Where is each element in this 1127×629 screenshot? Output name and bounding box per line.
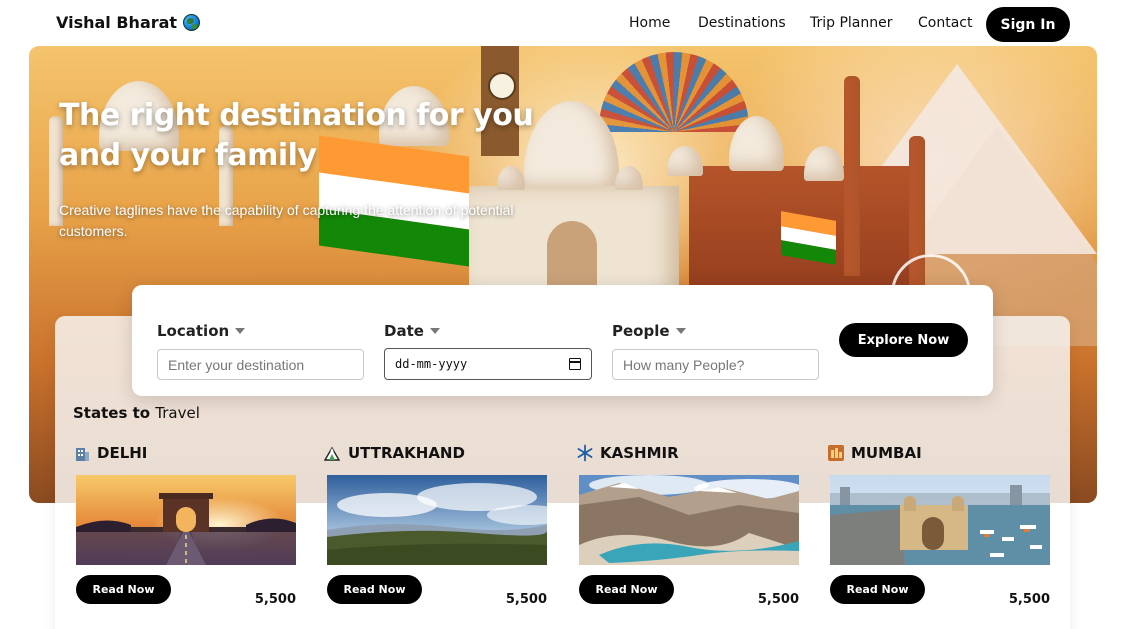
state-card-uttrakhand: UTTRAKHAND Read Now 5,500 <box>324 444 547 607</box>
state-card-mumbai: MUMBAI Read Now 5,500 <box>827 444 1050 607</box>
people-label-text: People <box>612 322 670 340</box>
state-card-kashmir: KASHMIR Read Now 5,500 <box>576 444 799 607</box>
sign-in-button[interactable]: Sign In <box>986 7 1070 42</box>
people-field: People <box>612 321 819 380</box>
nav-link-trip-planner[interactable]: Trip Planner <box>810 15 893 31</box>
date-label-text: Date <box>384 322 424 340</box>
brand-logo[interactable]: Vishal Bharat <box>56 13 201 32</box>
nav-link-destinations[interactable]: Destinations <box>698 15 786 31</box>
read-now-button[interactable]: Read Now <box>327 575 422 604</box>
explore-now-button[interactable]: Explore Now <box>839 323 968 357</box>
states-title-prefix: States to <box>73 404 156 422</box>
state-card-header: KASHMIR <box>576 444 798 462</box>
date-label[interactable]: Date <box>384 321 440 341</box>
top-navbar: Vishal Bharat Home Destinations Trip Pla… <box>0 0 1127 46</box>
hero-dome <box>667 146 703 176</box>
date-input-value: dd-mm-yyyy <box>395 357 468 371</box>
hero-small-dome <box>615 166 643 190</box>
calendar-icon[interactable] <box>569 358 581 370</box>
nav-link-contact[interactable]: Contact <box>918 15 972 31</box>
state-card-header: DELHI <box>73 444 295 462</box>
state-image-mumbai[interactable] <box>830 475 1050 565</box>
state-price: 5,500 <box>254 592 296 607</box>
location-field: Location <box>157 321 364 380</box>
hero-minaret <box>844 76 860 276</box>
state-card-header: MUMBAI <box>827 444 1049 462</box>
state-card-delhi: DELHI Read Now 5,500 <box>73 444 296 607</box>
people-input[interactable] <box>612 349 819 380</box>
state-price: 5,500 <box>757 592 799 607</box>
hero-ornament <box>599 52 749 132</box>
location-input[interactable] <box>157 349 364 380</box>
city-icon <box>827 444 845 462</box>
state-name: KASHMIR <box>600 444 679 462</box>
people-label[interactable]: People <box>612 321 686 341</box>
nav-link-home[interactable]: Home <box>629 15 670 31</box>
hero-subtitle: Creative taglines have the capability of… <box>59 202 514 239</box>
snowflake-icon <box>576 444 594 462</box>
hero-indian-flag-small <box>781 211 836 265</box>
state-card-header: UTTRAKHAND <box>324 444 546 462</box>
read-now-button[interactable]: Read Now <box>76 575 171 604</box>
trip-search-box: Location Date dd-mm-yyyy People Explore … <box>132 285 993 396</box>
states-title-accent: Travel <box>155 404 200 422</box>
location-label[interactable]: Location <box>157 321 246 341</box>
date-field: Date dd-mm-yyyy <box>384 321 592 380</box>
date-input[interactable]: dd-mm-yyyy <box>384 348 592 380</box>
state-price: 5,500 <box>1008 592 1050 607</box>
location-label-text: Location <box>157 322 230 340</box>
chevron-down-icon[interactable] <box>675 328 686 334</box>
state-name: MUMBAI <box>851 444 922 462</box>
brand-name: Vishal Bharat <box>56 13 178 32</box>
mountain-icon <box>324 444 342 462</box>
state-name: DELHI <box>97 444 148 462</box>
state-price: 5,500 <box>505 592 547 607</box>
state-name: UTTRAKHAND <box>348 444 465 462</box>
state-image-kashmir[interactable] <box>579 475 799 565</box>
states-section-title: States to Travel <box>73 404 200 422</box>
state-image-uttrakhand[interactable] <box>327 475 547 565</box>
building-icon <box>73 444 91 462</box>
chevron-down-icon[interactable] <box>429 328 440 334</box>
globe-icon <box>183 14 201 31</box>
read-now-button[interactable]: Read Now <box>579 575 674 604</box>
read-now-button[interactable]: Read Now <box>830 575 925 604</box>
hero-title: The right destination for you and your f… <box>59 98 534 173</box>
state-image-delhi[interactable] <box>76 475 296 565</box>
chevron-down-icon[interactable] <box>235 328 246 334</box>
